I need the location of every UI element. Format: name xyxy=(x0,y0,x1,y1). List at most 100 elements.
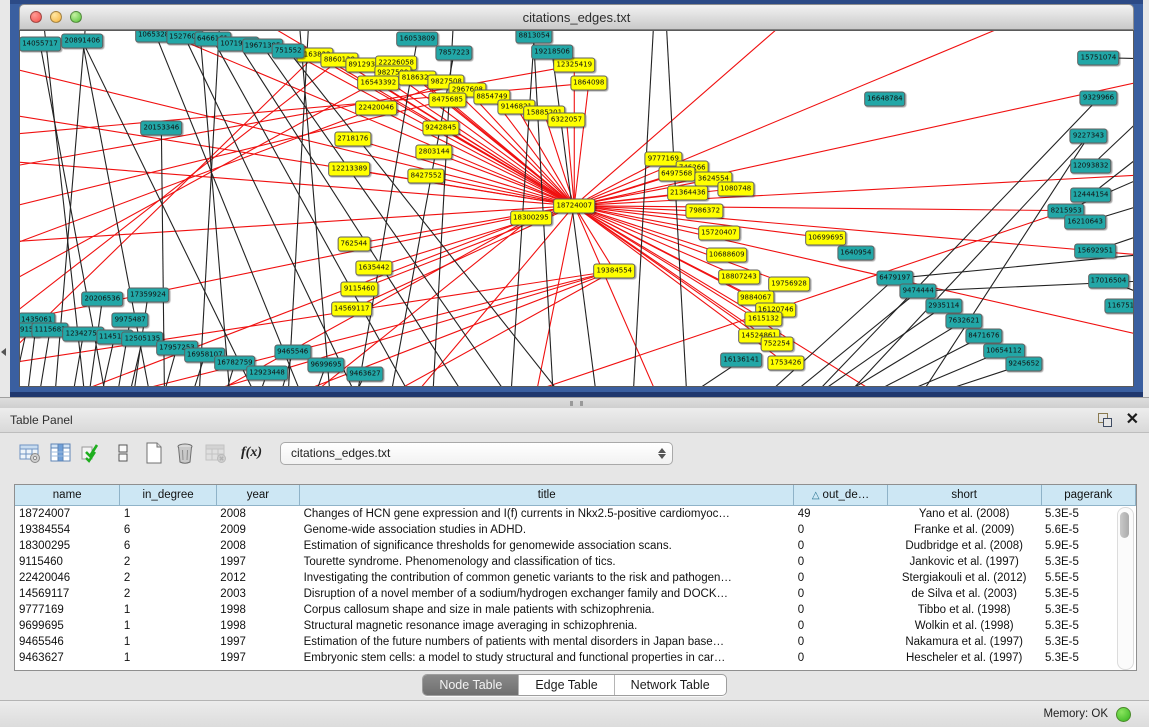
table-row[interactable]: 1830029562008Estimation of significance … xyxy=(15,538,1136,554)
network-node[interactable]: 7857223 xyxy=(435,45,472,60)
network-node[interactable]: 2935114 xyxy=(925,299,962,314)
select-columns-icon[interactable] xyxy=(49,441,73,465)
network-node[interactable]: 1167513 xyxy=(1104,299,1134,314)
network-node[interactable]: 7986372 xyxy=(686,204,723,219)
network-node[interactable]: 9242845 xyxy=(422,120,459,135)
memory-ok-indicator[interactable] xyxy=(1116,707,1131,722)
network-node[interactable]: 10654112 xyxy=(983,343,1025,358)
network-node[interactable]: 10688609 xyxy=(706,248,748,263)
delete-table-icon[interactable] xyxy=(173,441,197,465)
network-node[interactable]: 12213389 xyxy=(329,162,371,177)
network-node[interactable]: 762544 xyxy=(338,237,371,252)
network-node[interactable]: 10699695 xyxy=(805,230,847,245)
network-node[interactable]: 16543392 xyxy=(358,76,400,91)
function-builder-icon[interactable]: f(x) xyxy=(241,445,262,461)
network-node[interactable]: 9465546 xyxy=(274,345,311,360)
network-node[interactable]: 9245652 xyxy=(1005,357,1042,372)
tab-edge-table[interactable]: Edge Table xyxy=(519,675,614,695)
network-node[interactable]: 1635442 xyxy=(355,260,392,275)
network-node[interactable]: 19218506 xyxy=(531,44,573,59)
float-panel-icon[interactable] xyxy=(1098,413,1112,427)
network-node[interactable]: 9975487 xyxy=(112,312,149,327)
network-node[interactable]: 8427552 xyxy=(408,168,445,183)
network-node[interactable]: 2718176 xyxy=(334,131,371,146)
network-node[interactable]: 12093832 xyxy=(1070,159,1112,174)
network-node[interactable]: 21364436 xyxy=(667,185,709,200)
table-selector-dropdown[interactable]: citations_edges.txt xyxy=(280,442,673,465)
column-header-title[interactable]: title xyxy=(300,485,794,506)
network-node[interactable]: 22420046 xyxy=(355,101,397,116)
network-node[interactable]: 8475685 xyxy=(429,92,466,107)
network-node[interactable]: 15720407 xyxy=(698,225,740,240)
network-node[interactable]: 8471676 xyxy=(965,328,1002,343)
network-node[interactable]: 1753426 xyxy=(767,356,804,371)
select-all-icon[interactable] xyxy=(80,441,104,465)
table-row[interactable]: 911546021997Tourette syndrome. Phenomeno… xyxy=(15,554,1136,570)
table-row[interactable]: 977716911998Corpus callosum shape and si… xyxy=(15,602,1136,618)
network-node[interactable]: 1080748 xyxy=(717,181,754,196)
network-node[interactable]: 752254 xyxy=(760,337,793,352)
column-header-pagerank[interactable]: pagerank xyxy=(1041,485,1135,506)
table-row[interactable]: 1938455462009Genome-wide association stu… xyxy=(15,522,1136,538)
column-header-year[interactable]: year xyxy=(216,485,299,506)
panel-divider[interactable] xyxy=(0,397,1149,408)
network-node[interactable]: 17016504 xyxy=(1088,273,1130,288)
network-node[interactable]: 15692951 xyxy=(1074,243,1116,258)
network-node[interactable]: 18807243 xyxy=(718,269,760,284)
network-node[interactable]: 1640954 xyxy=(837,245,874,260)
column-header-name[interactable]: name xyxy=(15,485,120,506)
network-node[interactable]: 9115460 xyxy=(341,282,378,297)
column-header-in_degree[interactable]: in_degree xyxy=(120,485,216,506)
window-titlebar[interactable]: citations_edges.txt xyxy=(19,4,1134,30)
new-table-icon[interactable] xyxy=(142,441,166,465)
network-node[interactable]: 8813054 xyxy=(516,30,553,43)
table-settings-icon[interactable] xyxy=(18,441,42,465)
column-header-short[interactable]: short xyxy=(887,485,1041,506)
network-node[interactable]: 17359924 xyxy=(127,288,169,303)
scrollbar-thumb[interactable] xyxy=(1120,512,1129,538)
table-row[interactable]: 2242004622012Investigating the contribut… xyxy=(15,570,1136,586)
divider-handle[interactable] xyxy=(570,401,583,406)
network-node[interactable]: 6322057 xyxy=(548,112,585,127)
network-node[interactable]: 20206536 xyxy=(82,292,124,307)
network-canvas[interactable]: 1872400718300295193845549777169746266649… xyxy=(19,30,1134,387)
table-row[interactable]: 946362711997Embryonic stem cells: a mode… xyxy=(15,650,1136,666)
network-node[interactable]: 1864098 xyxy=(570,76,607,91)
table-row[interactable]: 1456911722003Disruption of a novel membe… xyxy=(15,586,1136,602)
network-node[interactable]: 751552 xyxy=(272,43,305,58)
network-node[interactable]: 9699695 xyxy=(307,357,344,372)
panel-collapse-arrow-icon[interactable] xyxy=(1,348,6,356)
network-node[interactable]: 18300295 xyxy=(510,211,552,226)
network-node[interactable]: 16648784 xyxy=(864,92,906,107)
network-node[interactable]: 12923448 xyxy=(246,366,288,381)
vertical-scrollbar[interactable] xyxy=(1117,507,1134,670)
network-node[interactable]: 12325419 xyxy=(553,58,595,73)
network-node[interactable]: 20153346 xyxy=(141,120,183,135)
table-row[interactable]: 1872400712008Changes of HCN gene express… xyxy=(15,506,1136,523)
network-node[interactable]: 2803144 xyxy=(415,145,452,160)
network-node[interactable]: 6497568 xyxy=(658,167,695,182)
network-node[interactable]: 20891406 xyxy=(61,33,103,48)
tab-network-table[interactable]: Network Table xyxy=(615,675,726,695)
network-node[interactable]: 1615132 xyxy=(745,311,782,326)
network-node[interactable]: 9463627 xyxy=(346,366,383,381)
network-node[interactable]: 19384554 xyxy=(594,263,636,278)
network-node[interactable]: 14569117 xyxy=(331,301,373,316)
network-node[interactable]: 12444154 xyxy=(1070,187,1112,202)
network-node[interactable]: 16053809 xyxy=(397,31,439,46)
table-row[interactable]: 969969511998Structural magnetic resonanc… xyxy=(15,618,1136,634)
network-node[interactable]: 16210643 xyxy=(1064,215,1106,230)
network-node[interactable]: 14055717 xyxy=(19,36,61,51)
network-node[interactable]: 19756928 xyxy=(768,277,810,292)
network-node[interactable]: 9227343 xyxy=(1070,129,1107,144)
network-node[interactable]: 15751074 xyxy=(1078,50,1120,65)
network-node[interactable]: 18724007 xyxy=(553,198,595,213)
column-header-out_de[interactable]: △out_de… xyxy=(794,485,888,506)
network-node[interactable]: 16136141 xyxy=(720,353,762,368)
close-panel-icon[interactable]: ✕ xyxy=(1126,413,1139,427)
network-node[interactable]: 7632621 xyxy=(945,314,982,329)
table-row[interactable]: 946554611997Estimation of the future num… xyxy=(15,634,1136,650)
tab-node-table[interactable]: Node Table xyxy=(423,675,519,695)
network-node[interactable]: 9474444 xyxy=(900,284,937,299)
network-node[interactable]: 9329966 xyxy=(1080,91,1117,106)
